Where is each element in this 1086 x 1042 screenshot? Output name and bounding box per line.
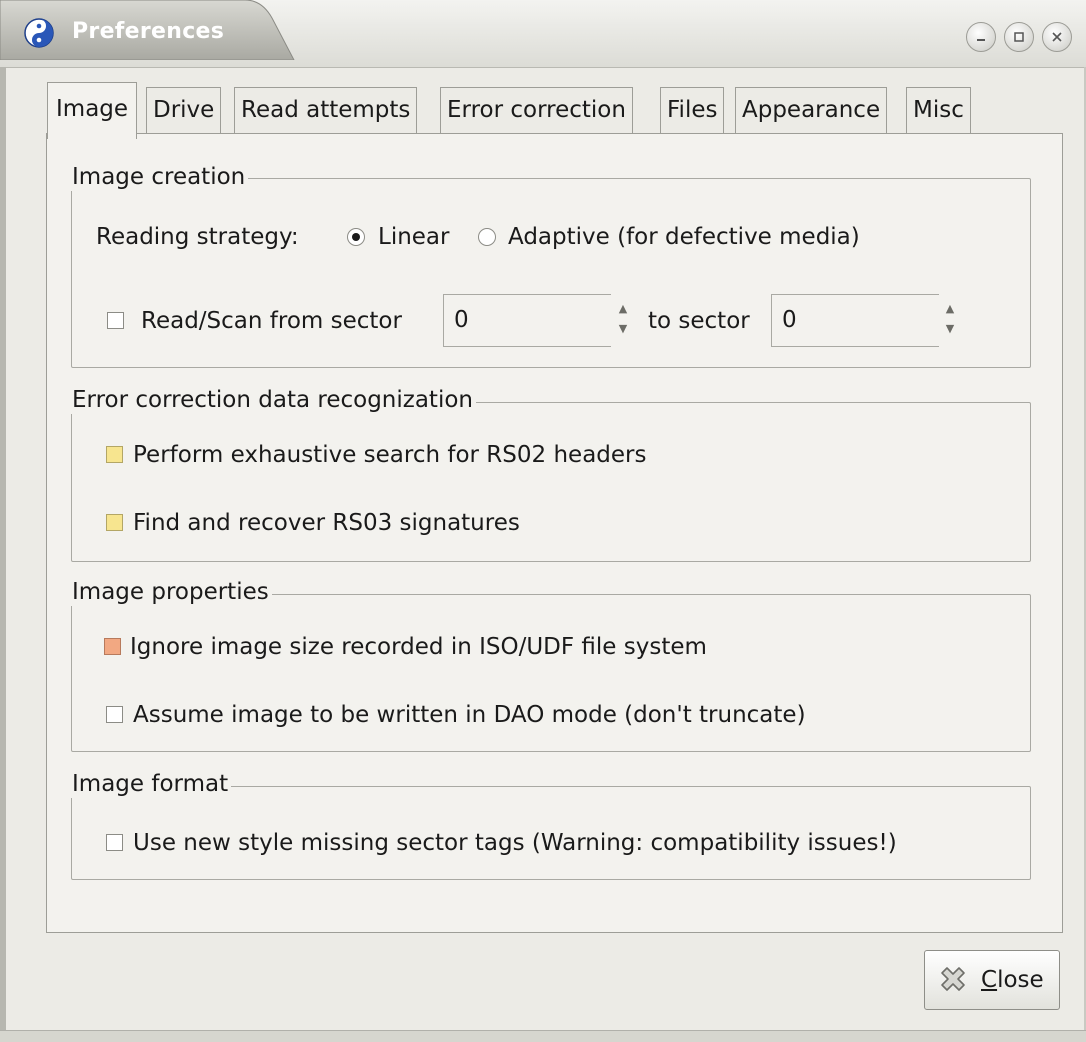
chevron-up-icon[interactable]: ▲ bbox=[940, 303, 960, 315]
dao-mode-label[interactable]: Assume image to be written in DAO mode (… bbox=[133, 701, 806, 729]
window-title: Preferences bbox=[72, 19, 225, 44]
read-scan-range-checkbox[interactable] bbox=[107, 312, 124, 329]
close-button-label[interactable]: Close bbox=[981, 966, 1044, 994]
sector-tags-label[interactable]: Use new style missing sector tags (Warni… bbox=[133, 829, 897, 857]
adaptive-radio[interactable] bbox=[478, 228, 496, 246]
close-icon bbox=[937, 965, 969, 997]
rs03-recover-label[interactable]: Find and recover RS03 signatures bbox=[133, 509, 520, 537]
to-sector-input[interactable]: 0 bbox=[771, 294, 939, 347]
to-sector-stepper[interactable]: ▲ ▼ bbox=[940, 294, 960, 347]
chevron-up-icon[interactable]: ▲ bbox=[613, 303, 633, 315]
close-mnemonic: C bbox=[981, 967, 998, 993]
tab-error-correction[interactable]: Error correction bbox=[440, 87, 633, 133]
chevron-down-icon[interactable]: ▼ bbox=[940, 323, 960, 335]
minimize-icon[interactable] bbox=[966, 22, 996, 52]
tab-misc[interactable]: Misc bbox=[906, 87, 971, 133]
tab-drive[interactable]: Drive bbox=[146, 87, 222, 133]
yin-yang-icon bbox=[24, 18, 54, 48]
ignore-image-size-checkbox[interactable] bbox=[104, 638, 121, 655]
close-window-icon[interactable] bbox=[1042, 22, 1072, 52]
window-border-bottom bbox=[0, 1030, 1086, 1042]
from-sector-stepper[interactable]: ▲ ▼ bbox=[613, 294, 633, 347]
tab-image[interactable]: Image bbox=[47, 82, 138, 139]
chevron-down-icon[interactable]: ▼ bbox=[613, 323, 633, 335]
title-bar[interactable]: Preferences bbox=[0, 0, 1086, 68]
image-creation-title: Image creation bbox=[70, 163, 249, 191]
ecc-recognition-frame bbox=[71, 402, 1031, 562]
image-properties-title: Image properties bbox=[70, 578, 272, 606]
rs02-search-label[interactable]: Perform exhaustive search for RS02 heade… bbox=[133, 441, 646, 469]
tab-appearance[interactable]: Appearance bbox=[735, 87, 888, 133]
image-format-title: Image format bbox=[70, 770, 232, 798]
rs03-recover-checkbox[interactable] bbox=[106, 514, 123, 531]
maximize-icon[interactable] bbox=[1004, 22, 1034, 52]
rs02-search-checkbox[interactable] bbox=[106, 446, 123, 463]
from-sector-input[interactable]: 0 bbox=[443, 294, 611, 347]
tab-read-attempts[interactable]: Read attempts bbox=[234, 87, 418, 133]
ignore-image-size-label[interactable]: Ignore image size recorded in ISO/UDF fi… bbox=[130, 633, 707, 661]
close-label-rest: lose bbox=[997, 967, 1044, 993]
adaptive-label[interactable]: Adaptive (for defective media) bbox=[508, 223, 860, 251]
close-button[interactable]: Close bbox=[924, 950, 1060, 1010]
tab-files[interactable]: Files bbox=[660, 87, 725, 133]
read-scan-range-label[interactable]: Read/Scan from sector bbox=[141, 307, 402, 335]
window-border-left bbox=[0, 67, 6, 1041]
linear-label[interactable]: Linear bbox=[378, 223, 449, 251]
ecc-recognition-title: Error correction data recognization bbox=[70, 386, 476, 414]
to-sector-label: to sector bbox=[648, 308, 750, 334]
sector-tags-checkbox[interactable] bbox=[106, 834, 123, 851]
linear-radio[interactable] bbox=[347, 228, 365, 246]
reading-strategy-label: Reading strategy: bbox=[96, 224, 299, 250]
dao-mode-checkbox[interactable] bbox=[106, 706, 123, 723]
